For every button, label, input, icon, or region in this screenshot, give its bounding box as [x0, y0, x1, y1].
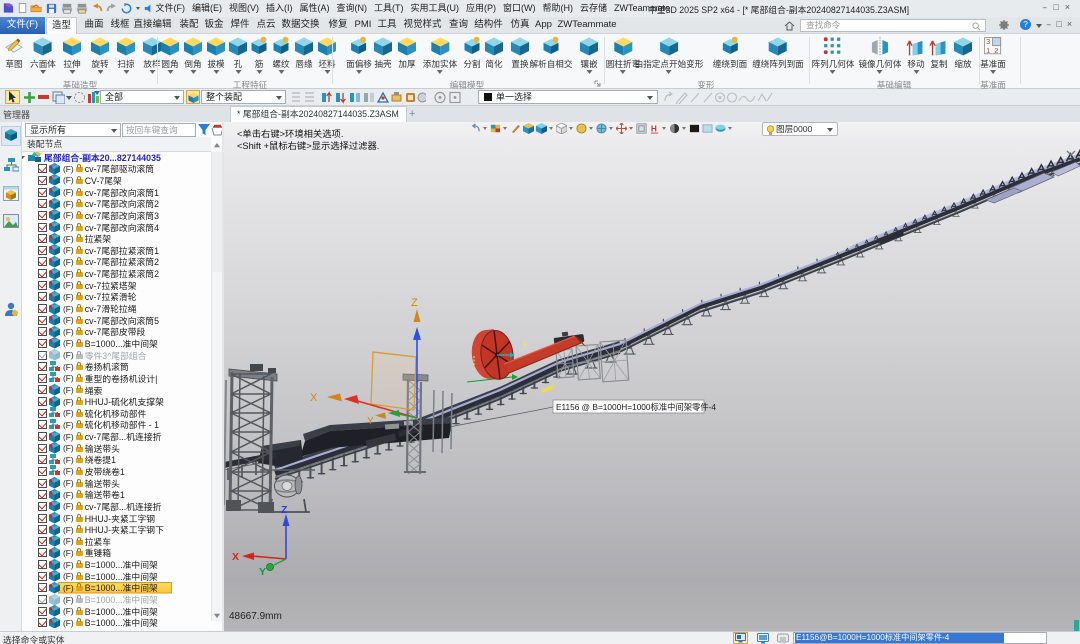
svg-text:Z: Z	[411, 297, 418, 309]
svg-text:Z: Z	[281, 504, 288, 516]
svg-text:1: 1	[987, 46, 991, 55]
svg-text:E1156 @ B=1000H=1000标准中间架零件-4: E1156 @ B=1000H=1000标准中间架零件-4	[556, 402, 716, 412]
svg-text:X: X	[310, 392, 318, 404]
svg-text:Y: Y	[259, 566, 266, 578]
svg-text:Y: Y	[367, 416, 374, 427]
svg-text:X: X	[232, 551, 239, 563]
svg-text:3: 3	[987, 37, 991, 46]
svg-text:H: H	[651, 124, 657, 133]
svg-text:2: 2	[995, 46, 999, 55]
